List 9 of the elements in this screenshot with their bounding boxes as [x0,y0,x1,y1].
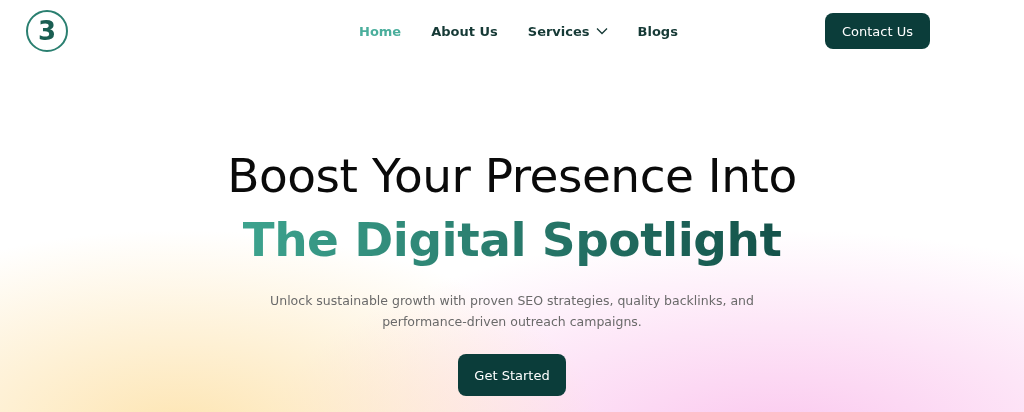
nav-link[interactable]: About Us [431,23,498,39]
get-started-button[interactable]: Get Started [458,354,566,396]
nav-link[interactable]: Services [527,23,608,39]
nav-link[interactable]: Blogs [637,23,678,39]
logo[interactable]: 3 [26,10,68,52]
hero-title: Boost Your Presence Into [227,147,797,205]
caret-icon [595,27,608,35]
hero-subtitle: Unlock sustainable growth with proven SEO strategies, quality backlinks, and performance-driven outreach campaigns. [269,292,755,331]
contact-button[interactable]: Contact Us [825,13,930,49]
